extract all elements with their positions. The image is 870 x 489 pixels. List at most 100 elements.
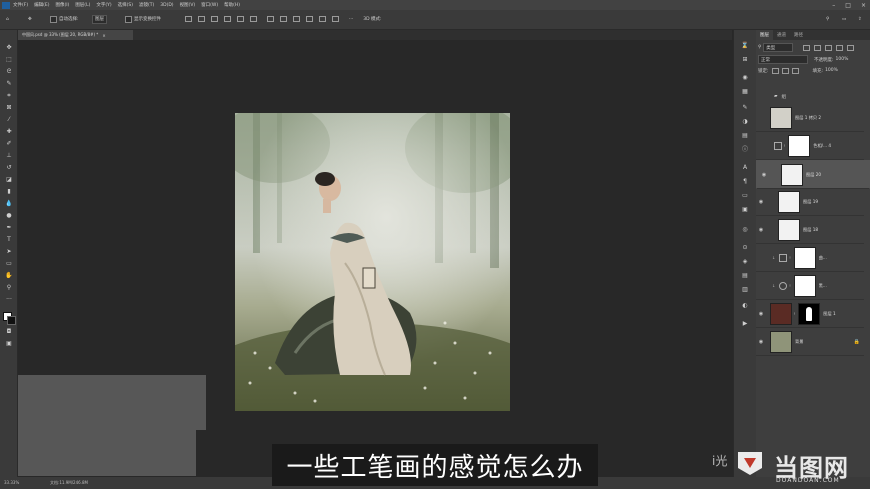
layer-row[interactable]: ⁞ 色相/... 4 [756,132,864,160]
menu-item-type[interactable]: 文字(Y) [96,2,111,8]
layer-row[interactable]: ◉ 图层 18 [756,216,864,244]
blend-mode-dropdown[interactable]: 正常 [758,55,808,64]
layer-group-row[interactable]: ▰ 组 [756,92,866,101]
edit-toolbar-icon[interactable]: ··· [5,296,13,303]
fill-value[interactable]: 100% [825,68,838,73]
distribute-bottom-icon[interactable] [293,16,300,22]
info-icon[interactable]: ⓘ [741,146,749,153]
align-vcenter-icon[interactable] [198,16,205,22]
play-icon[interactable]: ▶ [741,320,749,327]
menu-item-view[interactable]: 视图(V) [180,2,196,8]
menu-item-file[interactable]: 文件(F) [13,2,28,8]
filter-adjustment-icon[interactable] [814,44,822,51]
lasso-tool-icon[interactable]: ᘓ [5,68,13,75]
brush-settings-icon[interactable]: ✎ [741,104,749,111]
layer-row[interactable]: ◉ 背景 🔒 [756,328,864,356]
zoom-level[interactable]: 33.33% [4,480,19,485]
healing-brush-tool-icon[interactable]: ✚ [5,128,13,135]
styles-icon[interactable]: ▣ [741,206,749,213]
menu-item-edit[interactable]: 编辑(E) [34,2,49,8]
blur-tool-icon[interactable]: 💧 [5,200,13,207]
align-left-icon[interactable] [224,16,231,22]
layer-row[interactable]: ↓ ⁞ 曲... [756,244,864,272]
crop-tool-icon[interactable]: ⌗ [5,92,13,99]
shape-tool-icon[interactable]: ▭ [5,260,13,267]
channels-icon[interactable]: ◎ [741,226,749,233]
zoom-tool-icon[interactable]: ⚲ [5,284,13,291]
move-tool-icon[interactable]: ✥ [28,14,32,24]
quick-select-tool-icon[interactable]: ✎ [5,80,13,87]
quick-mask-icon[interactable]: ◘ [5,328,13,335]
layer-comps-icon[interactable]: ▥ [741,286,749,293]
lock-all-icon[interactable] [791,67,799,74]
visibility-eye-icon[interactable]: ◉ [758,339,764,345]
menu-item-3d[interactable]: 3D(D) [160,3,173,8]
frame-tool-icon[interactable]: ⊠ [5,104,13,111]
menu-item-filter[interactable]: 滤镜(T) [139,2,154,8]
align-bottom-icon[interactable] [211,16,218,22]
home-icon[interactable]: ⌂ [6,14,9,24]
lock-pixels-icon[interactable] [771,67,779,74]
layer-row-selected[interactable]: ◉ 图层 20 [756,160,870,189]
show-transform-checkbox[interactable] [125,15,132,23]
layer-row[interactable]: ◉ 图层 19 [756,188,864,216]
align-right-icon[interactable] [250,16,257,22]
history-icon[interactable]: ⌛ [741,42,749,49]
eyedropper-tool-icon[interactable]: ⁄ [5,116,13,123]
history-brush-tool-icon[interactable]: ↺ [5,164,13,171]
libraries-icon[interactable]: ▤ [741,132,749,139]
menu-item-image[interactable]: 图像(I) [55,2,69,8]
tab-paths[interactable]: 路径 [790,30,807,40]
distribute-hcenter-icon[interactable] [319,16,326,22]
swatches-icon[interactable]: ▦ [741,88,749,95]
auto-select-checkbox[interactable] [50,15,57,23]
distribute-right-icon[interactable] [332,16,339,22]
workspace-icon[interactable]: ▭ [842,14,846,24]
properties-icon[interactable]: ⊞ [741,56,749,63]
menu-item-select[interactable]: 选择(S) [118,2,133,8]
tab-channels[interactable]: 通道 [773,30,790,40]
menu-item-layer[interactable]: 图层(L) [75,2,90,8]
distribute-left-icon[interactable] [306,16,313,22]
paths-icon[interactable]: ◈ [741,258,749,265]
opacity-value[interactable]: 100% [836,57,849,62]
move-tool-icon[interactable]: ✥ [5,44,13,51]
timeline-icon[interactable]: ◐ [741,302,749,309]
distribute-top-icon[interactable] [267,16,274,22]
distribute-vcenter-icon[interactable] [280,16,287,22]
close-icon[interactable]: × [861,2,866,9]
actions-icon[interactable]: ▤ [741,272,749,279]
menu-item-help[interactable]: 帮助(H) [224,2,240,8]
dodge-tool-icon[interactable]: ● [5,212,13,219]
filter-type-dropdown[interactable]: 类型 [763,43,794,52]
adjustments-icon[interactable]: ◑ [741,118,749,125]
more-options-icon[interactable]: ··· [349,17,353,22]
layer-row[interactable]: ↓ ⁞ 黑... [756,272,864,300]
tab-layers[interactable]: 图层 [756,30,773,40]
auto-select-dropdown[interactable]: 图层 [92,14,107,24]
document-tab[interactable]: 中国风.psd @ 33% (图层 20, RGB/8#) * × [18,30,133,40]
align-hcenter-icon[interactable] [237,16,244,22]
minimize-icon[interactable]: – [832,2,835,9]
layer-row[interactable]: ◉ ⁞ 图层 1 [756,300,864,328]
gradient-tool-icon[interactable]: ▮ [5,188,13,195]
brush-tool-icon[interactable]: ✐ [5,140,13,147]
background-color-swatch[interactable] [7,316,16,325]
filter-pixel-icon[interactable] [803,44,811,51]
eraser-tool-icon[interactable]: ◪ [5,176,13,183]
glyphs-icon[interactable]: ▭ [741,192,749,199]
color-icon[interactable]: ◉ [741,74,749,81]
menu-item-window[interactable]: 窗口(W) [201,2,218,8]
align-top-icon[interactable] [185,16,192,22]
screen-mode-icon[interactable]: ▣ [5,340,13,347]
type-tool-icon[interactable]: T [5,236,13,243]
search-icon[interactable]: ⚲ [826,14,829,24]
marquee-tool-icon[interactable]: ⬚ [5,56,13,63]
visibility-eye-icon[interactable]: ◉ [758,227,764,233]
hand-tool-icon[interactable]: ✋ [5,272,13,279]
filter-smart-object-icon[interactable] [847,44,855,51]
filter-type-icon[interactable] [825,44,833,51]
path-select-tool-icon[interactable]: ➤ [5,248,13,255]
visibility-eye-icon[interactable]: ◉ [761,172,767,178]
lock-position-icon[interactable] [781,67,789,74]
